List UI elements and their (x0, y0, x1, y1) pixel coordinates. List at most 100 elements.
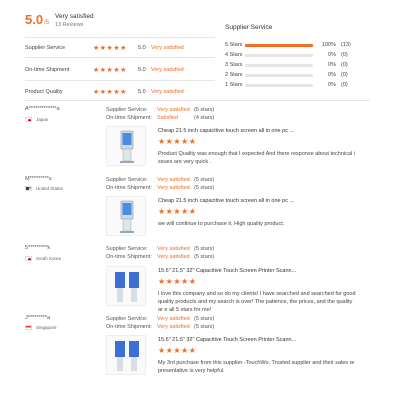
distribution-percent: 0% (328, 72, 336, 78)
distribution-percent: 0% (328, 52, 336, 58)
metric-value: 5.0 (138, 89, 146, 95)
shipment-value: Very satisfied (157, 324, 190, 330)
review-shipment-line: On-time Shipment: Satisfied (4 stars) (106, 114, 214, 122)
shipment-stars: (5 stars) (194, 185, 215, 191)
distribution-label: 5 Stars (225, 42, 243, 48)
service-value: Very satisfied (157, 107, 190, 113)
service-value: Very satisfied (157, 316, 190, 322)
metric-label: Product Quality (25, 89, 63, 95)
divider (25, 57, 215, 58)
metric-on-time-shipment: On-time Shipment ★★★★★ 5.0 Very satisfie… (25, 64, 215, 76)
metric-value: 5.0 (138, 45, 146, 51)
review-product-card: 15.6" 21.5" 32" Capacitive Touch Screen … (106, 266, 356, 316)
distribution-count: (0) (341, 52, 348, 58)
score-max: /5 (44, 20, 50, 26)
review-service-line: Supplier Service: Very satisfied (5 star… (106, 176, 214, 184)
country-name: United States (36, 186, 64, 191)
metric-product-quality: Product Quality ★★★★★ 5.0 Very satisfied (25, 86, 215, 98)
service-label: Supplier Service: (106, 177, 148, 183)
shipment-value: Satisfied (157, 115, 179, 121)
divider (25, 100, 370, 101)
review-text: My 3rd purchase from this supplier -Touc… (158, 360, 355, 374)
south-korea-flag-icon (25, 256, 32, 261)
review-shipment-line: On-time Shipment: Very satisfied (5 star… (106, 323, 214, 331)
reviewer-name: M*********s (25, 176, 52, 182)
metric-supplier-service: Supplier Service ★★★★★ 5.0 Very satisfie… (25, 42, 215, 54)
product-title[interactable]: 15.6" 21.5" 32" Capacitive Touch Screen … (158, 337, 296, 343)
reviewer-country: Singapore (25, 325, 57, 330)
distribution-bar (245, 83, 313, 87)
review-count: 13 Reviews (55, 22, 84, 28)
japan-flag-icon (25, 117, 32, 122)
metric-text: Very satisfied (151, 89, 184, 95)
product-thumbnail[interactable] (106, 335, 146, 375)
metric-text: Very satisfied (151, 45, 184, 51)
reviewer-country: United States (25, 186, 63, 191)
service-value: Very satisfied (157, 177, 190, 183)
distribution-row: 3 Stars 0% (0) (225, 60, 348, 70)
metric-value: 5.0 (138, 67, 146, 73)
us-flag-icon (25, 186, 32, 191)
country-name: Japan (36, 117, 49, 122)
country-name: Singapore (36, 325, 57, 330)
service-stars: (5 stars) (194, 107, 215, 113)
review-service-line: Supplier Service: Very satisfied (5 star… (106, 315, 214, 323)
review-product-card: 15.6" 21.5" 32" Capacitive Touch Screen … (106, 335, 356, 377)
score-value: 5.0 (25, 12, 44, 27)
distribution-fill (245, 43, 313, 47)
singapore-flag-icon (25, 325, 32, 330)
distribution-count: (0) (341, 82, 348, 88)
shipment-label: On-time Shipment: (106, 185, 152, 191)
divider (25, 37, 215, 38)
review-product-card: Cheap 21.5 inch capacitive touch screen … (106, 196, 356, 238)
review-stars: ★★★★★ (158, 277, 197, 286)
star-rating: ★★★★★ (93, 89, 127, 96)
product-title[interactable]: 15.6" 21.5" 32" Capacitive Touch Screen … (158, 268, 296, 274)
distribution-bar (245, 53, 313, 57)
product-title[interactable]: Cheap 21.5 inch capacitive touch screen … (158, 198, 294, 204)
shipment-label: On-time Shipment: (106, 115, 152, 121)
reviewer-name: A*************a (25, 106, 60, 112)
distribution-row: 2 Stars 0% (0) (225, 70, 348, 80)
distribution-percent: 0% (328, 62, 336, 68)
shipment-label: On-time Shipment: (106, 254, 152, 260)
distribution-label: 1 Stars (225, 82, 243, 88)
review-service-line: Supplier Service: Very satisfied (5 star… (106, 106, 214, 114)
divider (25, 80, 215, 81)
shipment-stars: (4 stars) (194, 115, 215, 121)
distribution-row: 5 Stars 100% (13) (225, 40, 351, 50)
distribution-bar (245, 43, 313, 47)
distribution-bar (245, 73, 313, 77)
review-text: we will continue to purchase it, High qu… (158, 221, 285, 227)
product-thumbnail[interactable] (106, 196, 146, 236)
review-shipment-line: On-time Shipment: Very satisfied (5 star… (106, 253, 214, 261)
shipment-stars: (5 stars) (194, 324, 215, 330)
distribution-count: (0) (341, 72, 348, 78)
review-shipment-line: On-time Shipment: Very satisfied (5 star… (106, 184, 214, 192)
service-label: Supplier Service: (106, 316, 148, 322)
shipment-value: Very satisfied (157, 254, 190, 260)
overall-score: 5.0 /5 (25, 12, 49, 27)
star-rating: ★★★★★ (93, 67, 127, 74)
country-name: South Korea (36, 256, 62, 261)
product-thumbnail[interactable] (106, 266, 146, 306)
distribution-percent: 100% (321, 42, 336, 48)
product-title[interactable]: Cheap 21.5 inch capacitive touch screen … (158, 128, 294, 134)
service-label: Supplier Service: (106, 107, 148, 113)
review-stars: ★★★★★ (158, 207, 197, 216)
distribution-count: (13) (341, 42, 351, 48)
service-value: Very satisfied (157, 246, 190, 252)
shipment-stars: (5 stars) (194, 254, 215, 260)
review-stars: ★★★★★ (158, 346, 197, 355)
product-thumbnail[interactable] (106, 126, 146, 166)
service-stars: (5 stars) (194, 246, 215, 252)
distribution-label: 4 Stars (225, 52, 243, 58)
distribution-row: 1 Stars 0% (0) (225, 80, 348, 90)
distribution-count: (0) (341, 62, 348, 68)
review-product-card: Cheap 21.5 inch capacitive touch screen … (106, 126, 356, 168)
reviewer-name: 5*********k (25, 245, 51, 251)
distribution-percent: 0% (328, 82, 336, 88)
service-stars: (5 stars) (194, 177, 215, 183)
distribution-title: Supplier Service (225, 24, 273, 31)
distribution-label: 3 Stars (225, 62, 243, 68)
